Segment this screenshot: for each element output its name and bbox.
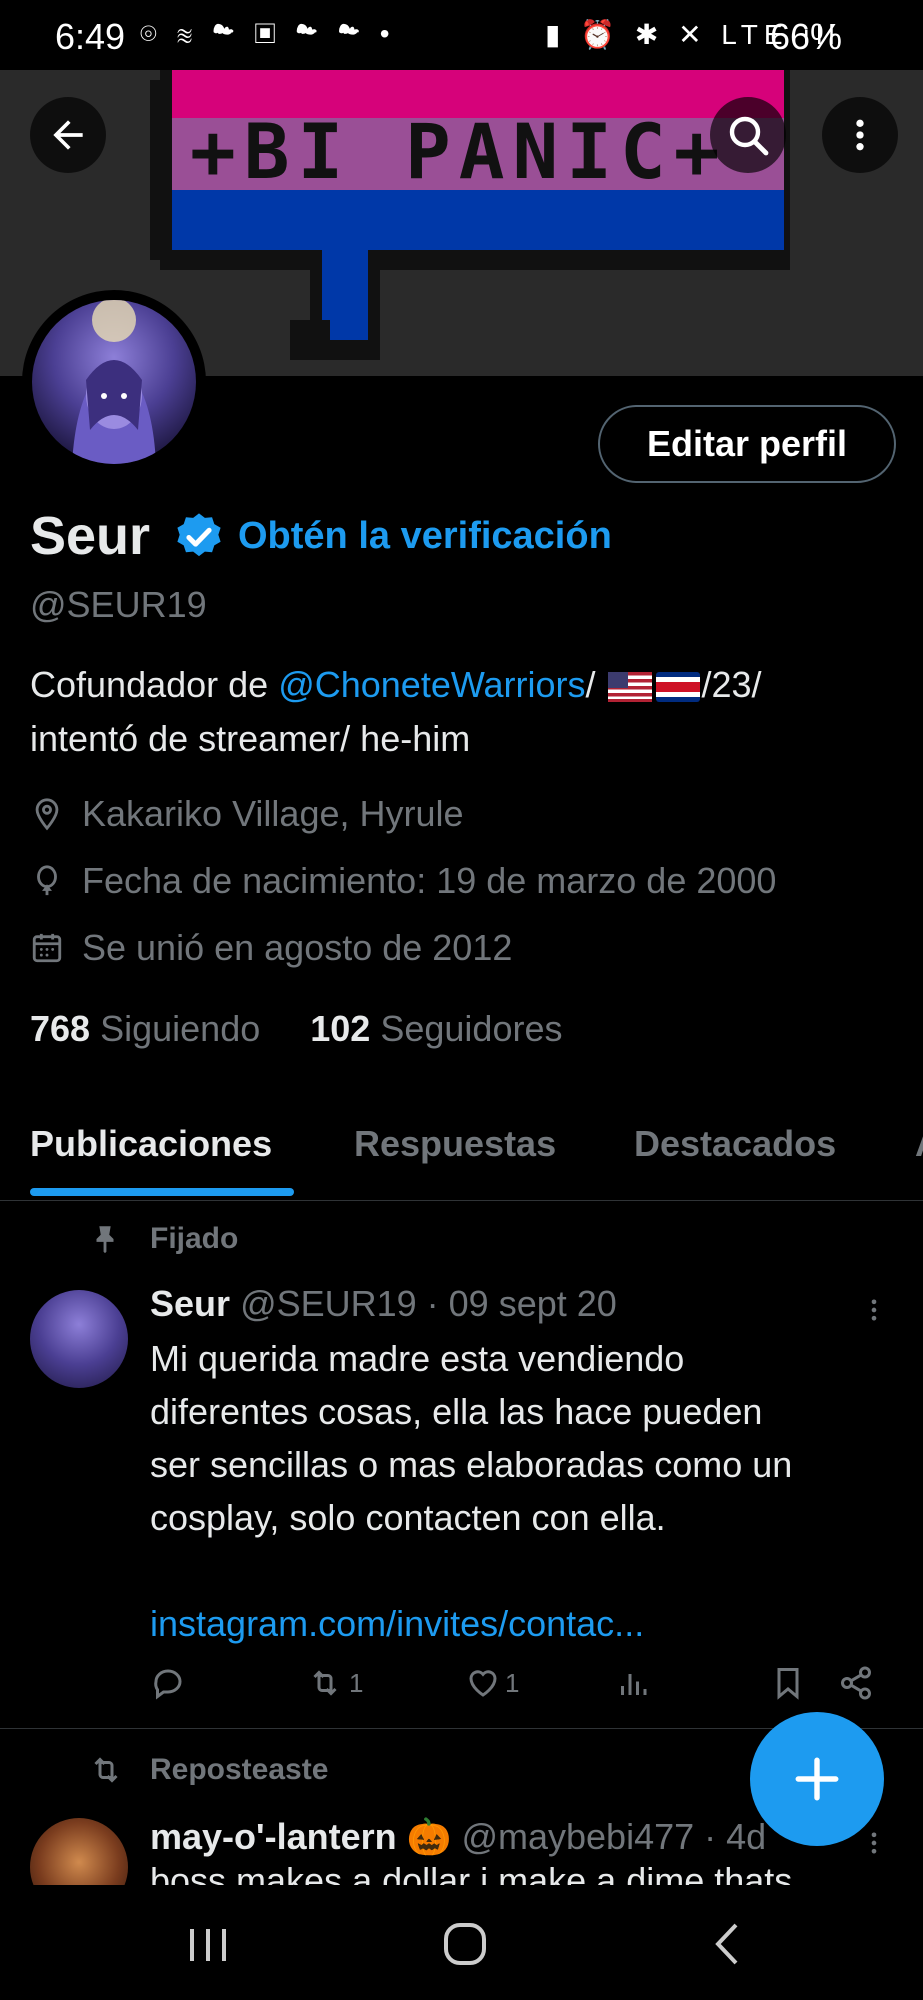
post-author-avatar[interactable] xyxy=(30,1290,128,1388)
post-line: cosplay, solo contacten con ella. xyxy=(150,1497,666,1538)
status-time: 6:49 xyxy=(55,16,126,57)
post-more-icon[interactable] xyxy=(860,1292,888,1328)
status-bar: 6:49 ⌾ ≋ ☁ ▣ ☁ ☁ • ▮ ⏰ ✱ ✕ LTE ıll 66% xyxy=(0,0,923,70)
post-body: Mi querida madre esta vendiendo diferent… xyxy=(150,1332,890,1650)
tab-replies[interactable]: Respuestas xyxy=(354,1123,556,1165)
active-tab-indicator xyxy=(30,1188,294,1196)
repost-button[interactable]: 1 xyxy=(305,1665,363,1701)
like-count: 1 xyxy=(505,1667,520,1698)
banner-text: +BI PANIC+ xyxy=(190,107,728,196)
profile-bio: Cofundador de @ChoneteWarriors/ /23/ int… xyxy=(30,658,890,766)
costa-rica-flag-icon xyxy=(655,672,700,703)
search-icon xyxy=(729,116,769,156)
pinned-indicator: Fijado xyxy=(88,1222,238,1256)
post-line: Mi querida madre esta vendiendo xyxy=(150,1338,685,1379)
profile-tabs: Publicaciones Respuestas Destacados A xyxy=(0,1085,923,1201)
profile-birthday: Fecha de nacimiento: 19 de marzo de 2000 xyxy=(30,860,776,902)
post-handle-date: @SEUR19 · 09 sept 20 xyxy=(240,1283,617,1324)
repost-icon xyxy=(313,1670,337,1696)
repost-handle-date: @maybebi477 · 4d xyxy=(461,1816,767,1857)
analytics-icon xyxy=(621,1674,647,1695)
notification-icons: ⌾ ≋ ☁ ▣ ☁ ☁ • xyxy=(140,18,396,49)
joined-text: Se unió en agosto de 2012 xyxy=(82,927,513,968)
share-button[interactable] xyxy=(838,1665,874,1701)
bio-line-2: intentó de streamer/ he-him xyxy=(30,718,471,759)
following-link[interactable]: 768 Siguiendo xyxy=(30,1008,260,1049)
profile-handle: @SEUR19 xyxy=(30,584,207,625)
bio-age: /23/ xyxy=(701,664,762,705)
tab-highlights[interactable]: Destacados xyxy=(634,1123,836,1165)
bio-text-prefix: Cofundador de xyxy=(30,664,279,705)
verified-badge-icon xyxy=(177,513,221,557)
calendar-icon xyxy=(32,933,62,963)
follow-stats: 768 Siguiendo 102 Seguidores xyxy=(30,1008,562,1050)
compose-post-button[interactable] xyxy=(750,1712,884,1846)
reply-icon xyxy=(154,1669,182,1700)
system-nav-bar xyxy=(0,1885,923,2000)
following-count: 768 xyxy=(30,1008,91,1049)
repost-author-name[interactable]: may-o'-lantern 🎃 xyxy=(150,1816,451,1857)
more-options-button[interactable] xyxy=(822,97,898,173)
following-label: Siguiendo xyxy=(100,1008,261,1049)
repost-header: may-o'-lantern 🎃 @maybebi477 · 4d xyxy=(150,1816,766,1858)
post-line: ser sencillas o mas elaboradas como un xyxy=(150,1444,793,1485)
repost-text: boss makes a dollar i make a dime thats xyxy=(150,1862,793,1885)
back-button[interactable] xyxy=(30,97,106,173)
repost-label: Reposteaste xyxy=(150,1753,329,1786)
followers-count: 102 xyxy=(310,1008,371,1049)
post-header: Seur @SEUR19 · 09 sept 20 xyxy=(150,1283,617,1325)
us-flag-icon xyxy=(607,672,652,703)
views-button[interactable] xyxy=(615,1665,651,1701)
plus-icon xyxy=(795,1757,839,1801)
tab-posts[interactable]: Publicaciones xyxy=(30,1123,272,1165)
birthday-text: Fecha de nacimiento: 19 de marzo de 2000 xyxy=(82,860,777,901)
repost-indicator-icon xyxy=(94,1757,118,1783)
back-nav-icon[interactable] xyxy=(710,1921,744,1967)
post-line: diferentes cosas, ella las hace pueden xyxy=(150,1391,763,1432)
profile-name: Seur xyxy=(30,506,151,566)
pinned-label: Fijado xyxy=(150,1222,239,1255)
post-link[interactable]: instagram.com/invites/contac... xyxy=(150,1597,890,1650)
get-verified-link[interactable]: Obtén la verificación xyxy=(238,515,612,558)
arrow-left-icon xyxy=(53,120,83,150)
balloon-icon xyxy=(37,865,57,896)
reply-button[interactable] xyxy=(150,1665,186,1701)
bi-panic-banner-image: +BI PANIC+ xyxy=(150,70,790,360)
search-button[interactable] xyxy=(710,97,786,173)
bookmark-icon xyxy=(777,1668,799,1700)
profile-location: Kakariko Village, Hyrule xyxy=(30,793,464,835)
more-vertical-icon xyxy=(856,119,864,151)
repost-more-icon[interactable] xyxy=(860,1825,888,1861)
heart-icon xyxy=(469,1670,497,1697)
avatar[interactable] xyxy=(32,300,196,464)
pin-icon xyxy=(96,1226,114,1254)
repost-indicator: Reposteaste xyxy=(86,1752,328,1788)
bookmark-button[interactable] xyxy=(770,1665,806,1701)
followers-label: Seguidores xyxy=(380,1008,563,1049)
repost-body-clip: boss makes a dollar i make a dime thats xyxy=(150,1862,890,1885)
home-icon[interactable] xyxy=(442,1921,488,1967)
followers-link[interactable]: 102 Seguidores xyxy=(310,1008,562,1049)
location-text: Kakariko Village, Hyrule xyxy=(82,793,464,834)
edit-profile-button[interactable]: Editar perfil xyxy=(598,405,896,483)
tab-more[interactable]: A xyxy=(915,1123,923,1165)
bio-separator: / xyxy=(585,664,606,705)
bio-mention-link[interactable]: @ChoneteWarriors xyxy=(278,664,585,705)
profile-joined: Se unió en agosto de 2012 xyxy=(30,927,512,969)
like-button[interactable]: 1 xyxy=(465,1665,519,1701)
avatar-illustration xyxy=(72,300,156,464)
recent-apps-icon[interactable] xyxy=(186,1925,230,1965)
share-icon xyxy=(841,1666,871,1700)
post-actions: 1 1 xyxy=(150,1665,890,1707)
repost-count: 1 xyxy=(349,1667,364,1698)
location-pin-icon xyxy=(35,798,59,831)
battery-level: 66% xyxy=(770,16,843,57)
post-author-name[interactable]: Seur xyxy=(150,1283,230,1324)
